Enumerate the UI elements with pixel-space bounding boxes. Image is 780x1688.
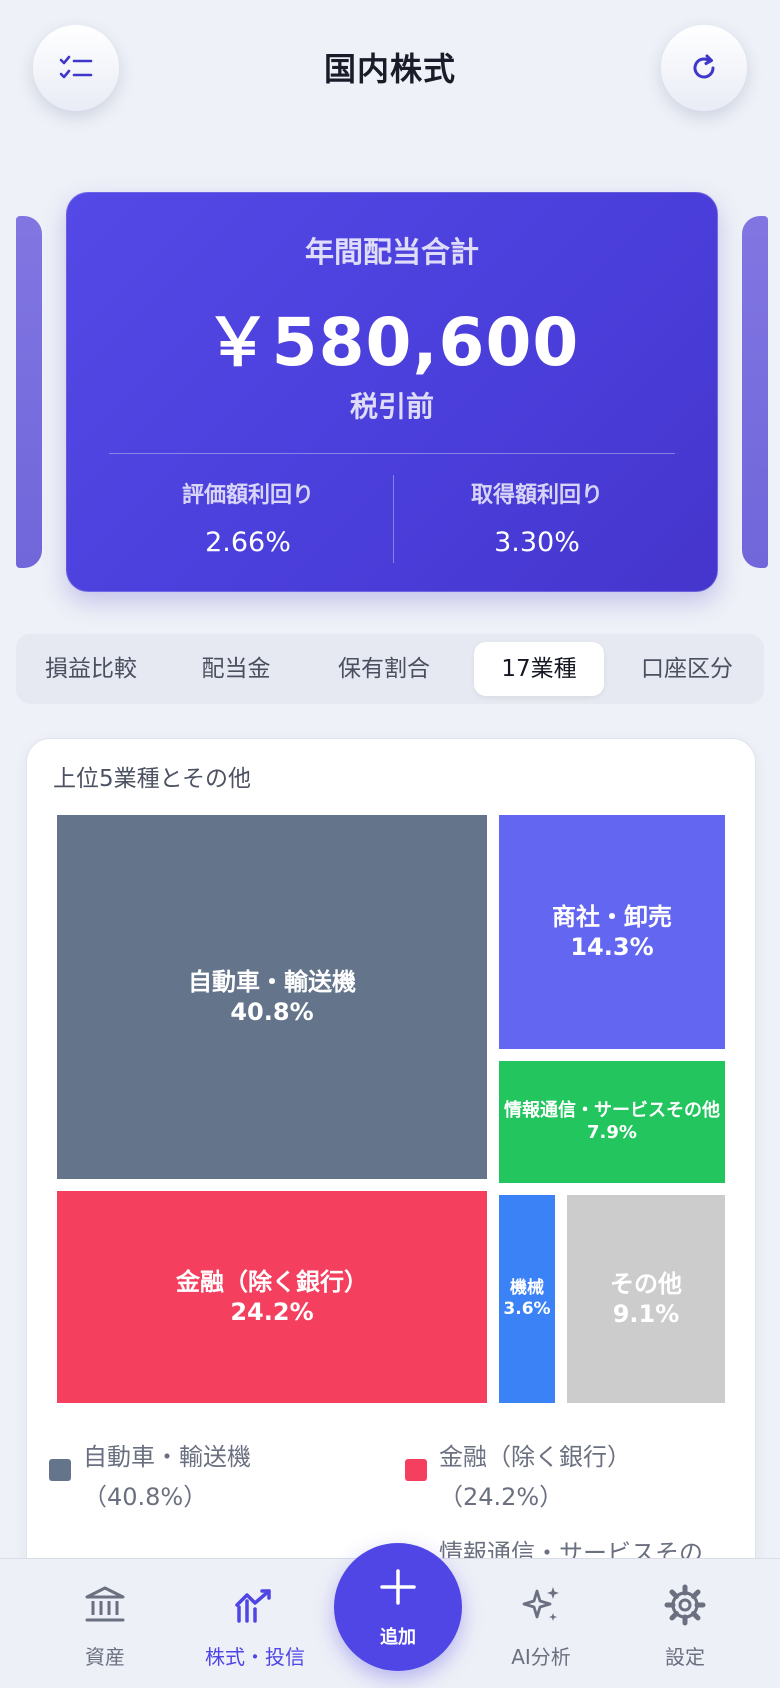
metric-cost-yield: 取得額利回り 3.30% bbox=[402, 477, 672, 558]
nav-label: 資産 bbox=[85, 1645, 125, 1669]
hero-subtext: 税引前 bbox=[349, 390, 434, 423]
treemap-tile-finance[interactable]: 金融（除く銀行） 24.2% bbox=[57, 1191, 487, 1403]
legend-item: 自動車・輸送機 （40.8%） bbox=[49, 1437, 379, 1517]
legend-value: （24.2%） bbox=[439, 1483, 564, 1511]
metric-value: 2.66% bbox=[205, 527, 291, 558]
tile-label: 情報通信・サービスその他 bbox=[504, 1099, 720, 1121]
chart-trend-icon bbox=[235, 1589, 271, 1623]
add-button[interactable]: 追加 bbox=[334, 1543, 462, 1671]
hero-label: 年間配当合計 bbox=[304, 235, 479, 269]
tile-value: 7.9% bbox=[587, 1122, 637, 1143]
metric-market-yield: 評価額利回り 2.66% bbox=[113, 477, 383, 558]
tile-value: 40.8% bbox=[230, 998, 314, 1026]
divider bbox=[109, 453, 675, 454]
nav-stocks-funds[interactable]: 株式・投信 bbox=[180, 1559, 330, 1688]
metric-label: 取得額利回り bbox=[470, 483, 603, 508]
nav-label: AI分析 bbox=[511, 1645, 571, 1669]
chart-title: 上位5業種とその他 bbox=[53, 766, 251, 792]
tab-account-type[interactable]: 口座区分 bbox=[616, 642, 758, 696]
add-button-label: 追加 bbox=[380, 1627, 416, 1648]
legend-swatch bbox=[405, 1459, 427, 1481]
legend-item: 金融（除く銀行） （24.2%） bbox=[405, 1437, 745, 1517]
treemap-tile-auto-transport[interactable]: 自動車・輸送機 40.8% bbox=[57, 815, 487, 1179]
previous-card-peek[interactable] bbox=[16, 216, 42, 568]
legend-label: 自動車・輸送機 bbox=[83, 1443, 251, 1471]
legend-label: 金融（除く銀行） bbox=[439, 1443, 631, 1471]
tile-label: 金融（除く銀行） bbox=[176, 1268, 368, 1296]
treemap-tile-other[interactable]: その他 9.1% bbox=[567, 1195, 725, 1403]
treemap-tile-it-services[interactable]: 情報通信・サービスその他 7.9% bbox=[499, 1061, 725, 1183]
divider bbox=[393, 475, 394, 563]
gear-icon bbox=[664, 1584, 706, 1626]
nav-label: 設定 bbox=[665, 1645, 705, 1669]
tile-value: 14.3% bbox=[570, 933, 654, 961]
refresh-button[interactable] bbox=[661, 25, 747, 111]
tile-label: その他 bbox=[610, 1270, 682, 1298]
annual-dividend-amount: ￥580,600 bbox=[204, 304, 580, 381]
tab-pnl-comparison[interactable]: 損益比較 bbox=[24, 642, 158, 696]
metric-value: 3.30% bbox=[494, 527, 580, 558]
tile-label: 機械 bbox=[510, 1277, 544, 1298]
dividend-summary-card[interactable]: 年間配当合計 ￥580,600 税引前 評価額利回り 2.66% 取得額利回り … bbox=[66, 192, 718, 592]
legend-value: （40.8%） bbox=[83, 1483, 208, 1511]
tile-value: 24.2% bbox=[230, 1298, 314, 1326]
header: 国内株式 bbox=[0, 0, 780, 140]
tab-holding-ratio[interactable]: 保有割合 bbox=[314, 642, 454, 696]
next-card-peek[interactable] bbox=[742, 216, 768, 568]
refresh-icon bbox=[693, 54, 715, 79]
tile-value: 9.1% bbox=[612, 1300, 680, 1328]
view-tabs: 損益比較 配当金 保有割合 17業種 口座区分 bbox=[16, 634, 764, 704]
tile-label: 商社・卸売 bbox=[552, 903, 672, 931]
nav-settings[interactable]: 設定 bbox=[610, 1559, 760, 1688]
sparkles-icon bbox=[522, 1587, 559, 1621]
tab-dividends[interactable]: 配当金 bbox=[172, 642, 300, 696]
legend-text: 金融（除く銀行） （24.2%） bbox=[439, 1437, 631, 1517]
legend-swatch bbox=[49, 1459, 71, 1481]
bank-icon bbox=[85, 1586, 125, 1622]
nav-ai-analysis[interactable]: AI分析 bbox=[466, 1559, 616, 1688]
plus-icon bbox=[380, 1569, 416, 1605]
nav-label: 株式・投信 bbox=[205, 1645, 305, 1669]
metric-label: 評価額利回り bbox=[181, 483, 314, 508]
tile-value: 3.6% bbox=[503, 1299, 551, 1319]
tab-17-sectors[interactable]: 17業種 bbox=[474, 642, 604, 696]
treemap-tile-machinery[interactable]: 機械 3.6% bbox=[499, 1195, 555, 1403]
tile-label: 自動車・輸送機 bbox=[188, 968, 356, 996]
treemap-tile-trading[interactable]: 商社・卸売 14.3% bbox=[499, 815, 725, 1049]
nav-assets[interactable]: 資産 bbox=[30, 1559, 180, 1688]
legend-text: 自動車・輸送機 （40.8%） bbox=[83, 1437, 251, 1517]
